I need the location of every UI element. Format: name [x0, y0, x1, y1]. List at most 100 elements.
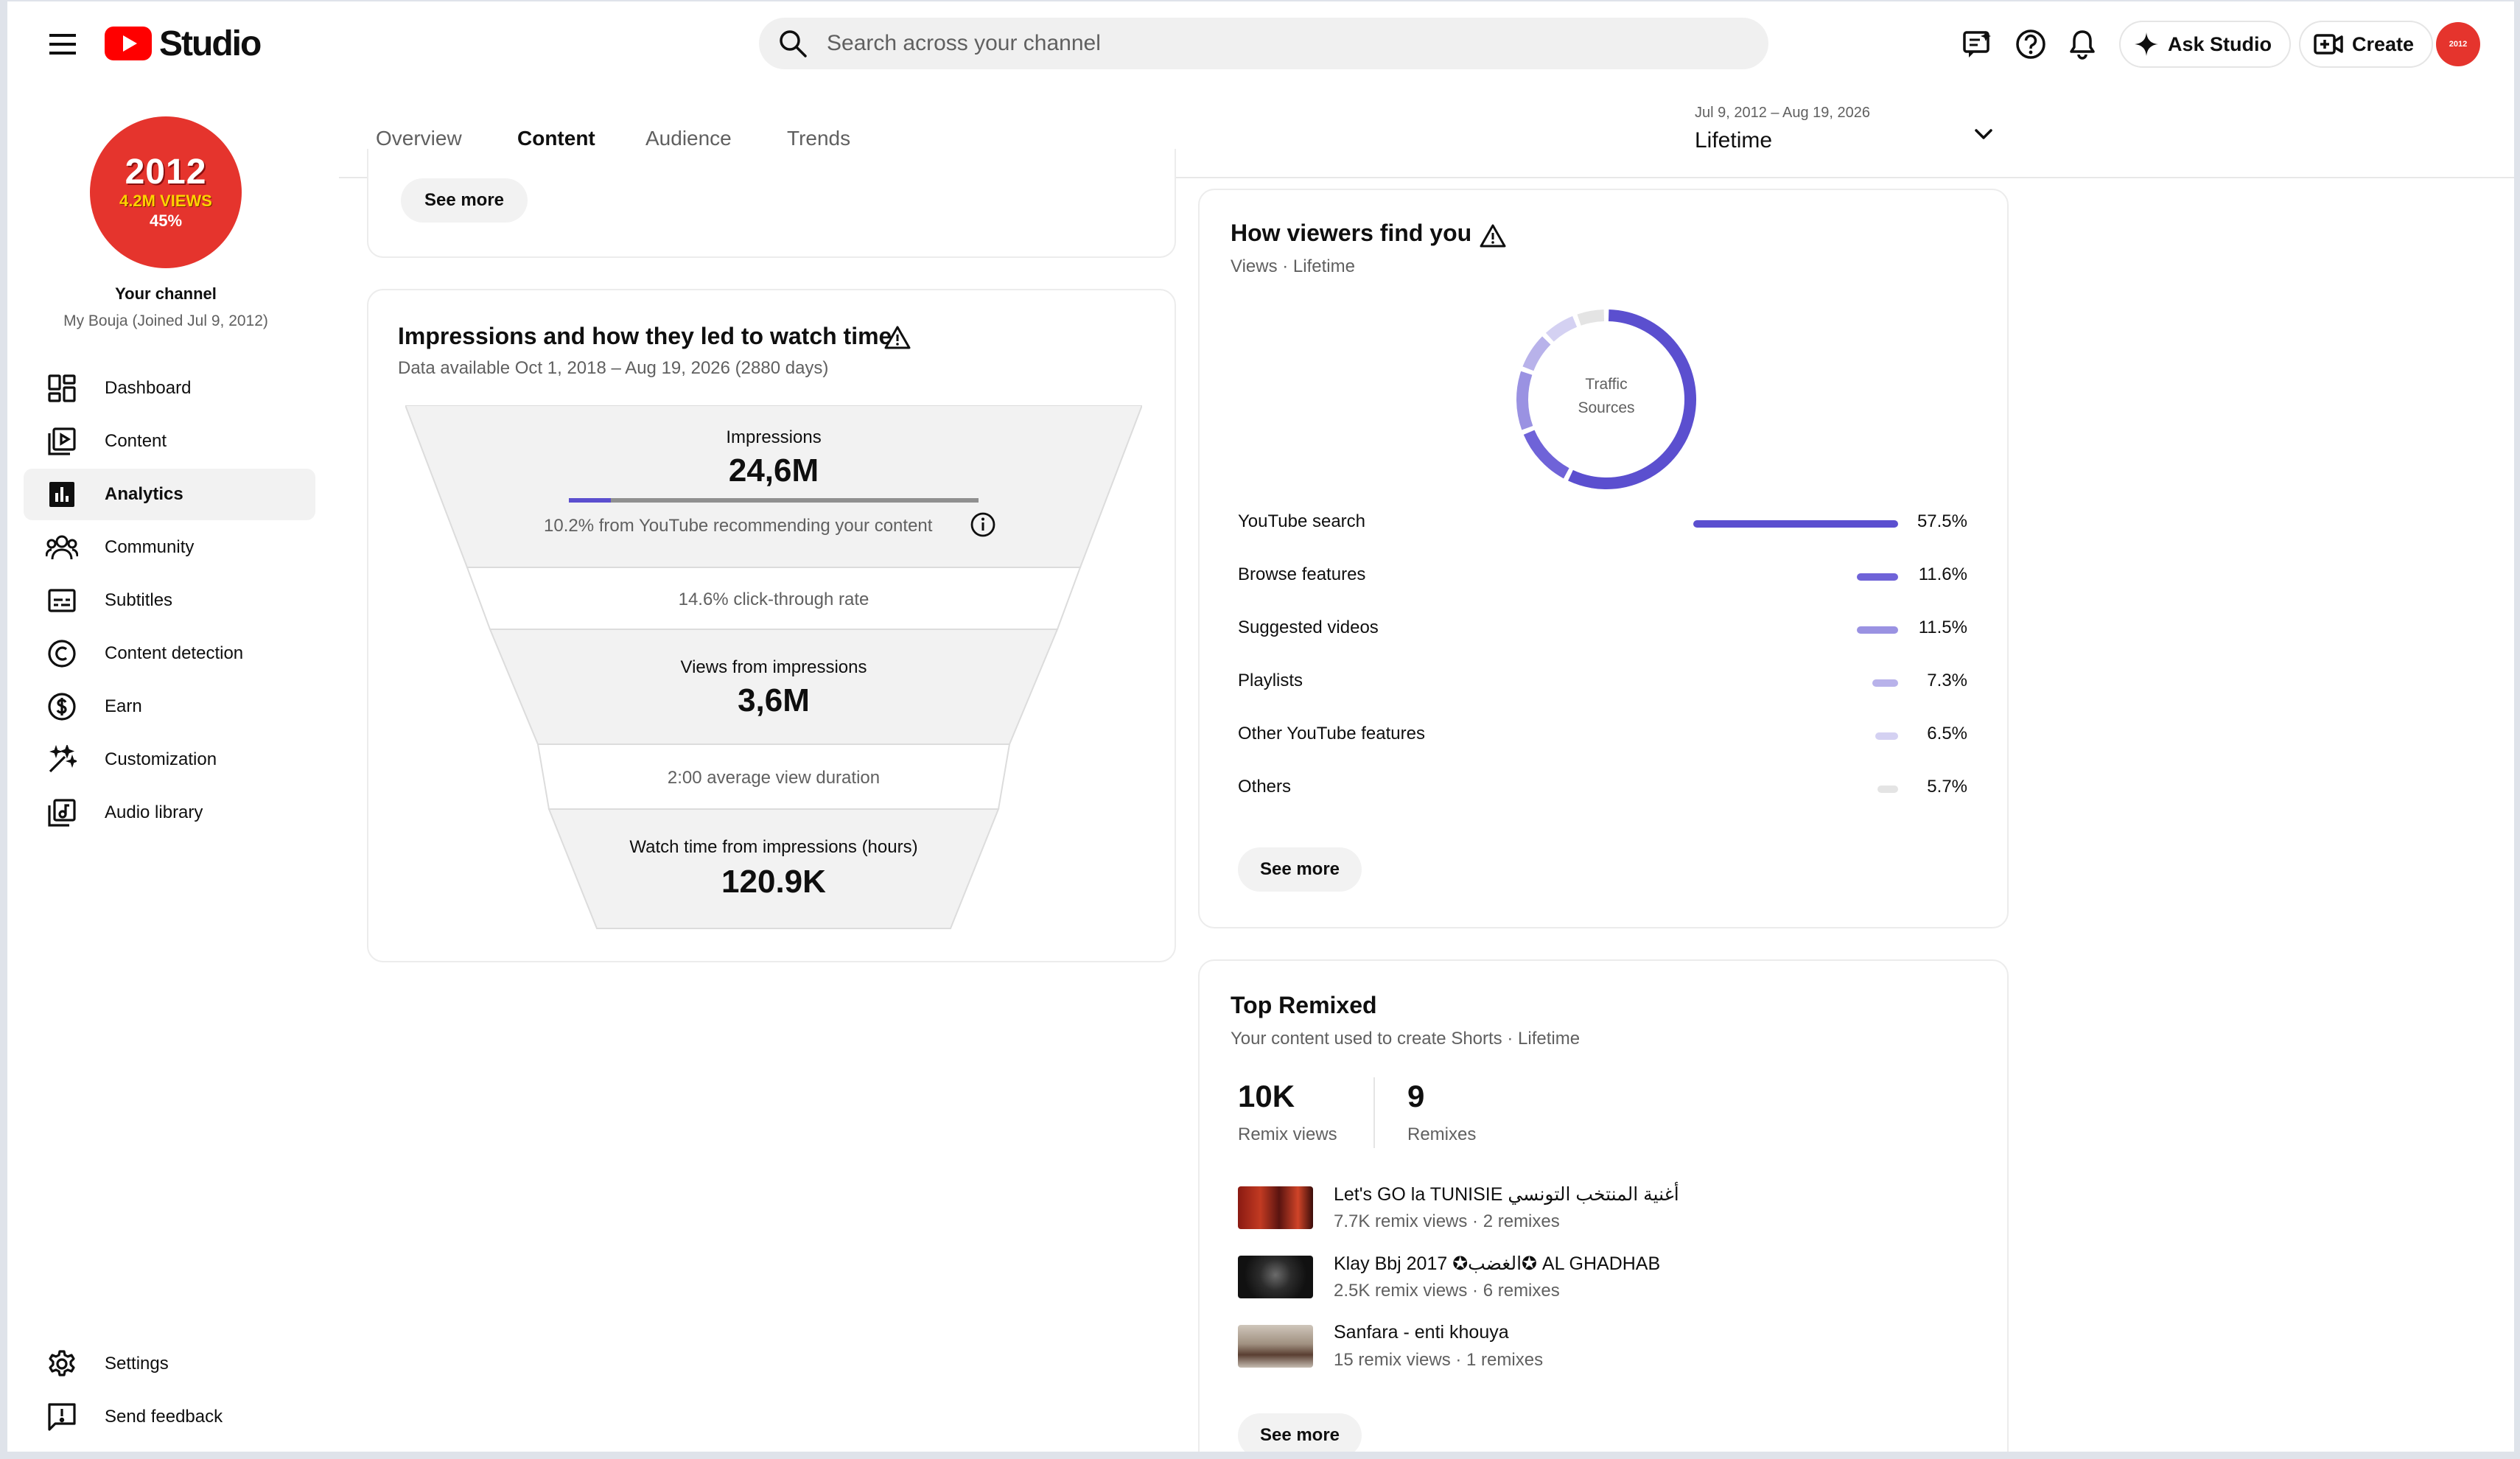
chevron-down-icon[interactable]: [1967, 118, 2000, 150]
traffic-source-bar: [1693, 520, 1898, 528]
video-thumbnail[interactable]: [1238, 1256, 1313, 1298]
traffic-source-label: Playlists: [1238, 671, 1303, 690]
studio-logo[interactable]: Studio: [105, 18, 262, 69]
sidebar-item-label: Earn: [105, 696, 142, 716]
ask-studio-button[interactable]: Ask Studio: [2119, 21, 2292, 68]
sidebar-item-content[interactable]: Content: [24, 416, 315, 467]
audio-library-icon: [41, 792, 83, 833]
notifications-bell-icon[interactable]: [2060, 22, 2104, 66]
donut-slice[interactable]: [1577, 309, 1605, 326]
traffic-source-bar: [1857, 626, 1898, 634]
tab-audience[interactable]: Audience: [645, 127, 732, 150]
account-avatar[interactable]: 2012: [2436, 22, 2480, 66]
dashboard-icon: [41, 368, 83, 409]
see-more-button[interactable]: See more: [401, 178, 528, 223]
sidebar-item-label: Community: [105, 537, 195, 557]
remix-item-meta: 15 remix views · 1 remixes: [1334, 1350, 1544, 1370]
sidebar-item-send-feedback[interactable]: Send feedback: [24, 1391, 315, 1443]
warning-icon[interactable]: [884, 324, 911, 351]
subtitles-icon: [41, 580, 83, 621]
sidebar-item-analytics[interactable]: Analytics: [24, 469, 315, 520]
help-icon[interactable]: [2009, 22, 2053, 66]
video-thumbnail[interactable]: [1238, 1186, 1313, 1229]
remix-item-title[interactable]: Let's GO la TUNISIE أغنية المنتخب التونس…: [1334, 1183, 1679, 1206]
date-period-label[interactable]: Lifetime: [1695, 128, 1772, 153]
remix-item-title[interactable]: Klay Bbj 2017 ✪الغضب✪ AL GHADHAB: [1334, 1253, 1660, 1275]
tab-overview[interactable]: Overview: [376, 127, 462, 150]
see-more-button[interactable]: See more: [1238, 1413, 1362, 1452]
donut-label-sources: Sources: [1578, 399, 1635, 416]
date-range: Jul 9, 2012 – Aug 19, 2026: [1695, 105, 1870, 121]
donut-slice[interactable]: [1545, 315, 1578, 342]
watch-time-value: 120.9K: [721, 864, 826, 900]
content-icon: [41, 421, 83, 462]
avatar-year: 2012: [125, 153, 207, 192]
dollar-icon: [41, 686, 83, 727]
feedback-icon: [41, 1396, 83, 1438]
donut-slice[interactable]: [1516, 371, 1533, 430]
avatar-pct: 45%: [149, 211, 183, 230]
sidebar-item-label: Analytics: [105, 484, 183, 504]
menu-icon[interactable]: [37, 24, 88, 65]
traffic-sources-card: [1198, 189, 2009, 928]
remix-item-meta: 2.5K remix views · 6 remixes: [1334, 1281, 1560, 1301]
sidebar-item-label: Content detection: [105, 643, 244, 663]
recommend-progress-bar: [569, 498, 979, 503]
remixes-value: 9: [1407, 1079, 1425, 1113]
traffic-source-label: Suggested videos: [1238, 617, 1379, 637]
traffic-subtitle: Views · Lifetime: [1231, 256, 1355, 276]
sidebar-item-label: Dashboard: [105, 378, 192, 398]
channel-avatar[interactable]: 2012 4.2M VIEWS 45%: [90, 116, 242, 268]
copyright-icon: [41, 633, 83, 674]
sidebar-item-dashboard[interactable]: Dashboard: [24, 363, 315, 414]
sparkle-icon: [2135, 32, 2158, 56]
search-icon: [780, 30, 807, 57]
sidebar-item-audio-library[interactable]: Audio library: [24, 787, 315, 839]
avd-text: 2:00 average view duration: [667, 768, 881, 788]
traffic-source-label: Others: [1238, 777, 1292, 797]
search-bar[interactable]: [759, 18, 1768, 69]
remix-item-title[interactable]: Sanfara - enti khouya: [1334, 1322, 1509, 1343]
ctr-text: 14.6% click-through rate: [678, 589, 869, 609]
impressions-value: 24,6M: [728, 452, 819, 489]
sidebar-item-subtitles[interactable]: Subtitles: [24, 575, 315, 626]
create-button[interactable]: Create: [2299, 21, 2434, 68]
sidebar-item-earn[interactable]: Earn: [24, 681, 315, 732]
remix-item-meta: 7.7K remix views · 2 remixes: [1334, 1211, 1560, 1231]
video-thumbnail[interactable]: [1238, 1325, 1313, 1368]
views-value: 3,6M: [738, 682, 810, 718]
watch-time-label: Watch time from impressions (hours): [629, 837, 918, 857]
sidebar-item-customization[interactable]: Customization: [24, 734, 315, 786]
tab-trends[interactable]: Trends: [787, 127, 850, 150]
traffic-source-label: Browse features: [1238, 564, 1366, 584]
traffic-source-bar: [1857, 573, 1898, 581]
donut-slice[interactable]: [1522, 336, 1551, 371]
traffic-source-bar: [1872, 679, 1898, 687]
remixed-subtitle: Your content used to create Shorts · Lif…: [1231, 1029, 1581, 1049]
remixes-label: Remixes: [1407, 1124, 1477, 1144]
traffic-source-pct: 57.5%: [1917, 511, 1967, 531]
traffic-source-bar: [1875, 732, 1898, 740]
feedback-comment-icon[interactable]: [1956, 22, 2000, 66]
analytics-icon: [41, 474, 83, 515]
traffic-source-pct: 5.7%: [1927, 777, 1967, 797]
send-feedback-label: Send feedback: [105, 1407, 223, 1427]
donut-slice[interactable]: [1523, 430, 1569, 479]
sidebar-item-community[interactable]: Community: [24, 522, 315, 573]
see-more-button[interactable]: See more: [1238, 847, 1362, 892]
search-input[interactable]: [825, 30, 1639, 57]
tab-content[interactable]: Content: [517, 127, 595, 150]
traffic-source-bar: [1877, 786, 1898, 793]
impressions-label: Impressions: [726, 427, 822, 447]
sidebar-item-label: Audio library: [105, 802, 203, 822]
views-label: Views from impressions: [680, 657, 867, 677]
warning-icon[interactable]: [1480, 223, 1506, 249]
funnel-title: Impressions and how they led to watch ti…: [398, 323, 892, 349]
donut-label-traffic: Traffic: [1585, 376, 1628, 393]
sidebar-item-settings[interactable]: Settings: [24, 1338, 315, 1390]
settings-label: Settings: [105, 1354, 169, 1374]
traffic-source-label: YouTube search: [1238, 511, 1366, 531]
channel-title: Your channel: [115, 284, 217, 303]
info-icon[interactable]: [970, 511, 996, 538]
sidebar-item-content-detection[interactable]: Content detection: [24, 628, 315, 679]
